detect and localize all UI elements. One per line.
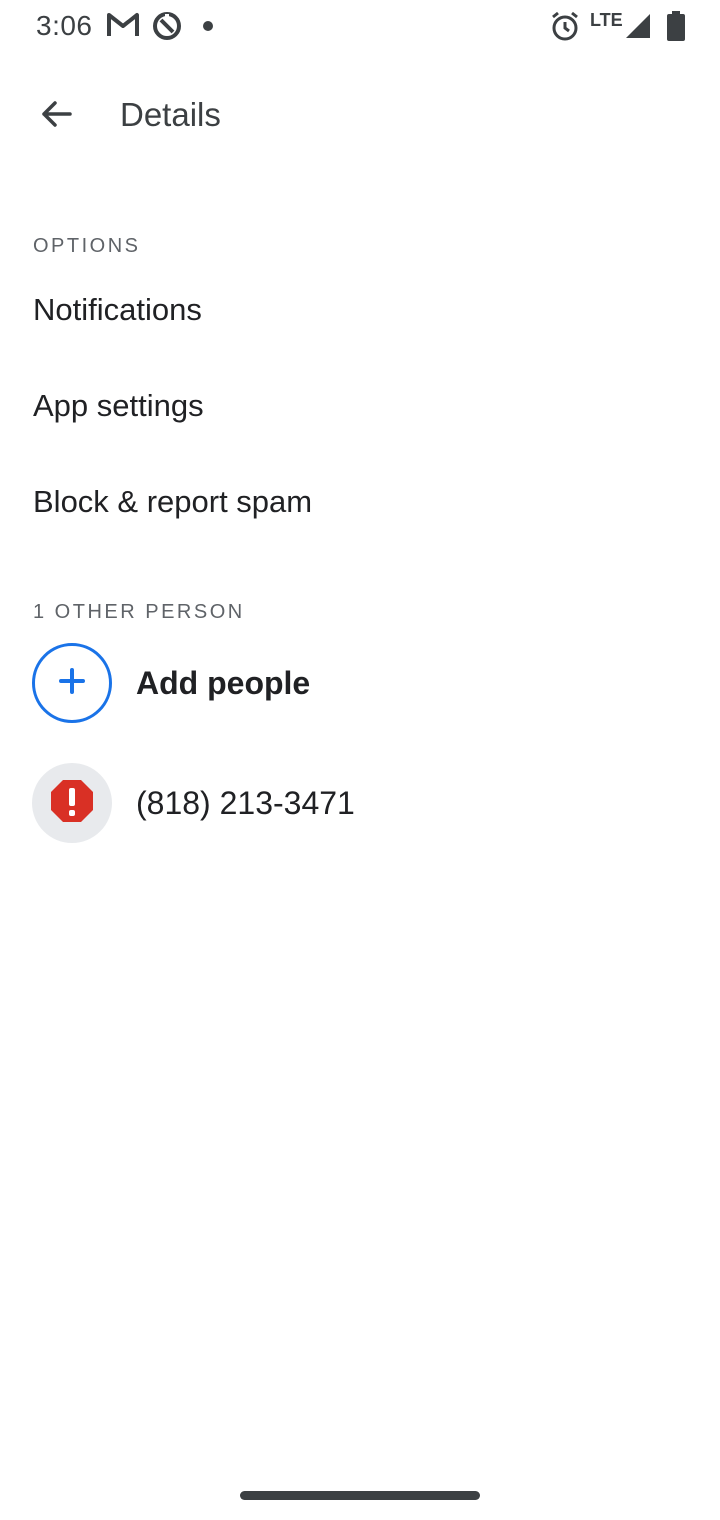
- status-bar: 3:06 LTE: [0, 0, 720, 52]
- add-people-avatar: [32, 643, 112, 723]
- network-type: LTE: [590, 10, 623, 30]
- option-label: Notifications: [33, 292, 202, 327]
- back-button[interactable]: [24, 88, 88, 144]
- back-arrow-icon: [38, 96, 74, 137]
- app-bar: Details: [0, 60, 720, 172]
- home-indicator[interactable]: [240, 1491, 480, 1500]
- add-people-label: Add people: [136, 664, 311, 701]
- page-title: Details: [120, 96, 221, 133]
- data-saver-icon: [151, 10, 183, 47]
- option-label: App settings: [33, 388, 204, 423]
- block-report-spam-option[interactable]: Block & report spam: [0, 454, 720, 550]
- notification-dot-icon: [202, 19, 214, 37]
- options-section-header: OPTIONS: [33, 235, 141, 257]
- add-icon: [57, 666, 87, 701]
- details-screen: 3:06 LTE Details OPTIONS Notifications A…: [0, 0, 720, 1520]
- notifications-option[interactable]: Notifications: [0, 262, 720, 358]
- participant-phone-number: (818) 213-3471: [136, 784, 355, 821]
- status-time: 3:06: [36, 10, 93, 41]
- app-settings-option[interactable]: App settings: [0, 358, 720, 454]
- participant-avatar: [32, 763, 112, 843]
- gmail-icon: [106, 10, 140, 45]
- participant-row[interactable]: (818) 213-3471: [0, 743, 720, 863]
- spam-warning-icon: [49, 778, 95, 829]
- signal-icon: [624, 12, 652, 45]
- battery-icon: [666, 10, 686, 47]
- alarm-icon: [550, 10, 580, 47]
- option-label: Block & report spam: [33, 484, 313, 519]
- add-people-button[interactable]: Add people: [0, 623, 720, 743]
- people-section-header: 1 OTHER PERSON: [33, 601, 245, 623]
